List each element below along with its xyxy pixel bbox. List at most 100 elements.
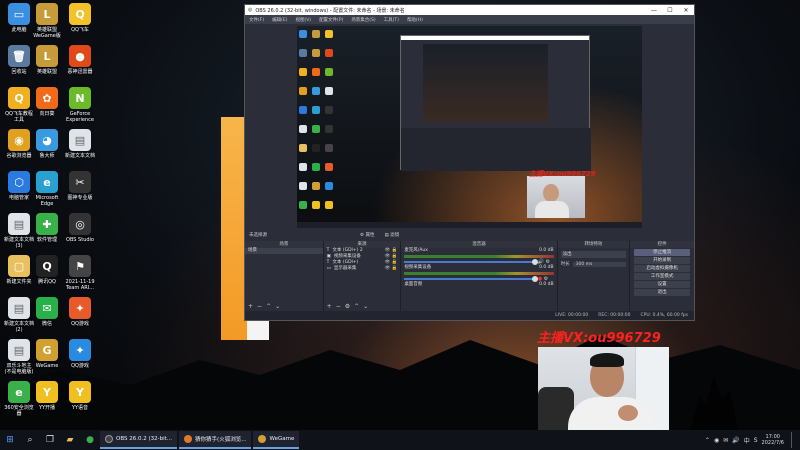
scenes-dock-title: 场景 [245,241,323,248]
desktop-app-icon: Y [69,381,91,403]
tray-message-icon[interactable]: ✉ [723,437,728,444]
exit-button[interactable]: 退出 [634,289,690,296]
desktop-icon[interactable]: ● 恶神迅雷器 [62,45,98,75]
search-icon[interactable]: ⌕ [22,433,38,447]
task-view-icon[interactable]: ❐ [42,433,58,447]
preview-mini-icon [312,144,320,152]
obs-window-title: OBS 26.0.2 (32-bit, windows) - 配置文件: 未命名… [255,7,405,14]
desktop-icon[interactable]: L 英雄联盟 WeGame版 [29,3,65,39]
desktop-app-icon: G [36,339,58,361]
sogou-icon[interactable]: S [754,437,758,444]
live-timer: LIVE: 00:00:00 [555,313,589,318]
sources-dock: 来源 T 文本 (GDI+) 2 👁 🔒 ▣ 视频采集设备 👁 🔒 T 文本 (GDI+)… [323,241,401,311]
obs-docks: 场景 场景 + − ⌃ ⌄ 来源 T 文本 (GDI+) 2 👁 🔒 ▣ 视频采集设备… [245,241,694,311]
close-icon[interactable]: ✕ [678,7,694,14]
obs-preview[interactable]: 主播VX:ou996729 [297,26,642,228]
virtual-camera-button[interactable]: 启动虚拟摄像机 [634,265,690,272]
obs-title-bar[interactable]: ◎ OBS 26.0.2 (32-bit, windows) - 配置文件: 未… [245,5,694,15]
add-icon[interactable]: + [248,303,253,310]
desktop-icon-label: 微信 [41,321,52,327]
desktop-icon[interactable]: ◕ 鲁大师 [29,129,65,159]
up-icon[interactable]: ⌃ [266,303,271,310]
settings-button[interactable]: 设置 [634,281,690,288]
desktop-app-icon: e [36,171,58,193]
preview-taskbar [297,222,642,228]
volume-slider[interactable] [404,276,539,282]
preview-mini-icon [325,201,333,209]
minimize-icon[interactable]: — [646,7,662,14]
remove-icon[interactable]: − [257,303,262,310]
add-icon[interactable]: + [327,303,332,310]
desktop-icon[interactable]: e Microsoft Edge [29,171,65,207]
down-icon[interactable]: ⌄ [363,303,368,310]
desktop-icon[interactable]: ✦ QQ游戏 [62,339,98,369]
desktop-icon[interactable]: ✦ QQ游戏 [62,297,98,327]
cpu-fps: CPU: 0.4%, 60.00 fps [640,313,689,318]
menu-help[interactable]: 帮助(H) [407,17,423,23]
maximize-icon[interactable]: ☐ [662,7,678,14]
preview-mini-icon [299,201,307,209]
taskbar-app-browser[interactable]: 猜你猜手(火狐浏览... [179,431,252,449]
desktop-app-icon: Y [36,381,58,403]
preview-mini-icon [299,182,307,190]
input-method-icon[interactable]: 中 [744,436,750,445]
desktop-icon[interactable]: ✚ 软件管理 [29,213,65,243]
preview-mini-icon [325,106,333,114]
desktop-icon[interactable]: ▤ 新建文本文档 [62,129,98,159]
menu-scene-collection[interactable]: 场景集合(S) [351,17,375,23]
desktop-app-icon: ⬡ [8,171,30,193]
remove-icon[interactable]: − [336,303,341,310]
stop-streaming-button[interactable]: 停止推流 [634,249,690,256]
menu-profile[interactable]: 配置文件(P) [319,17,343,23]
gear-icon[interactable]: ⚙ [345,303,350,310]
clock[interactable]: 17:00 2022/7/6 [762,434,784,446]
desktop-icon[interactable]: N GeForce Experience [62,87,98,123]
scene-item[interactable]: 场景 [245,248,323,254]
filters-button[interactable]: ▤ 滤镜 [384,232,399,238]
menu-tools[interactable]: 工具(T) [384,17,399,23]
desktop-app-icon: ✦ [69,339,91,361]
properties-button[interactable]: ⚙ 属性 [360,232,374,238]
desktop-icon[interactable]: Q QQ飞车 [62,3,98,33]
down-icon[interactable]: ⌄ [275,303,280,310]
desktop-icon[interactable]: ✿ 向日葵 [29,87,65,117]
desktop-app-icon: ▭ [8,3,30,25]
desktop-app-icon: ⚑ [69,255,91,277]
preview-mini-icon [299,68,307,76]
obs-window[interactable]: ◎ OBS 26.0.2 (32-bit, windows) - 配置文件: 未… [244,4,695,321]
desktop-icon[interactable]: ✂ 图神专业版 [62,171,98,201]
360-browser-icon[interactable]: ● [82,433,98,447]
desktop-icon[interactable]: L 英雄联盟 [29,45,65,75]
audio-mixer-dock: 混音器 麦克风/Aux 0.0 dB 🔊 ⚙ 视频采集设备 0.0 dB ● ⚙ 桌… [401,241,557,311]
duration-input[interactable]: 300 ms [572,261,627,267]
desktop-icon[interactable]: Y YY语音 [62,381,98,411]
studio-mode-button[interactable]: 工作室模式 [634,273,690,280]
volume-icon[interactable]: 🔊 [732,437,739,444]
start-recording-button[interactable]: 开始录制 [634,257,690,264]
volume-slider[interactable] [404,259,539,265]
desktop-icon[interactable]: ◎ OBS Studio [62,213,98,243]
tray-app-icon[interactable]: ◉ [714,437,719,444]
menu-view[interactable]: 视图(V) [295,17,311,23]
desktop-icon-label: 软件管理 [36,237,57,243]
tray-expand-icon[interactable]: ⌃ [705,437,710,444]
preview-mini-icon [325,182,333,190]
taskbar-app-wegame[interactable]: WeGame [253,431,300,449]
desktop-icon[interactable]: Q 腾讯QQ [29,255,65,285]
menu-edit[interactable]: 编辑(E) [272,17,287,23]
desktop-icon[interactable]: Y YY开播 [29,381,65,411]
menu-file[interactable]: 文件(F) [249,17,264,23]
desktop-icon[interactable]: G WeGame [29,339,65,369]
desktop-app-icon: ▤ [69,129,91,151]
taskbar-app-obs[interactable]: OBS 26.0.2 (32-bit... [100,431,178,449]
transition-select[interactable]: 淡出 [560,251,627,258]
preview-mini-icon [325,49,333,57]
source-item[interactable]: ▭ 显示器采集 👁 🔒 [324,266,401,272]
desktop-icon[interactable]: ✉ 微信 [29,297,65,327]
file-explorer-icon[interactable]: ▰ [62,433,78,447]
show-desktop-button[interactable] [791,432,794,448]
windows-start-icon[interactable]: ⊞ [2,433,18,447]
desktop-icon[interactable]: ⚑ 2021-11-19 Team ARI... [62,255,98,291]
preview-mini-icon [325,125,333,133]
up-icon[interactable]: ⌃ [354,303,359,310]
